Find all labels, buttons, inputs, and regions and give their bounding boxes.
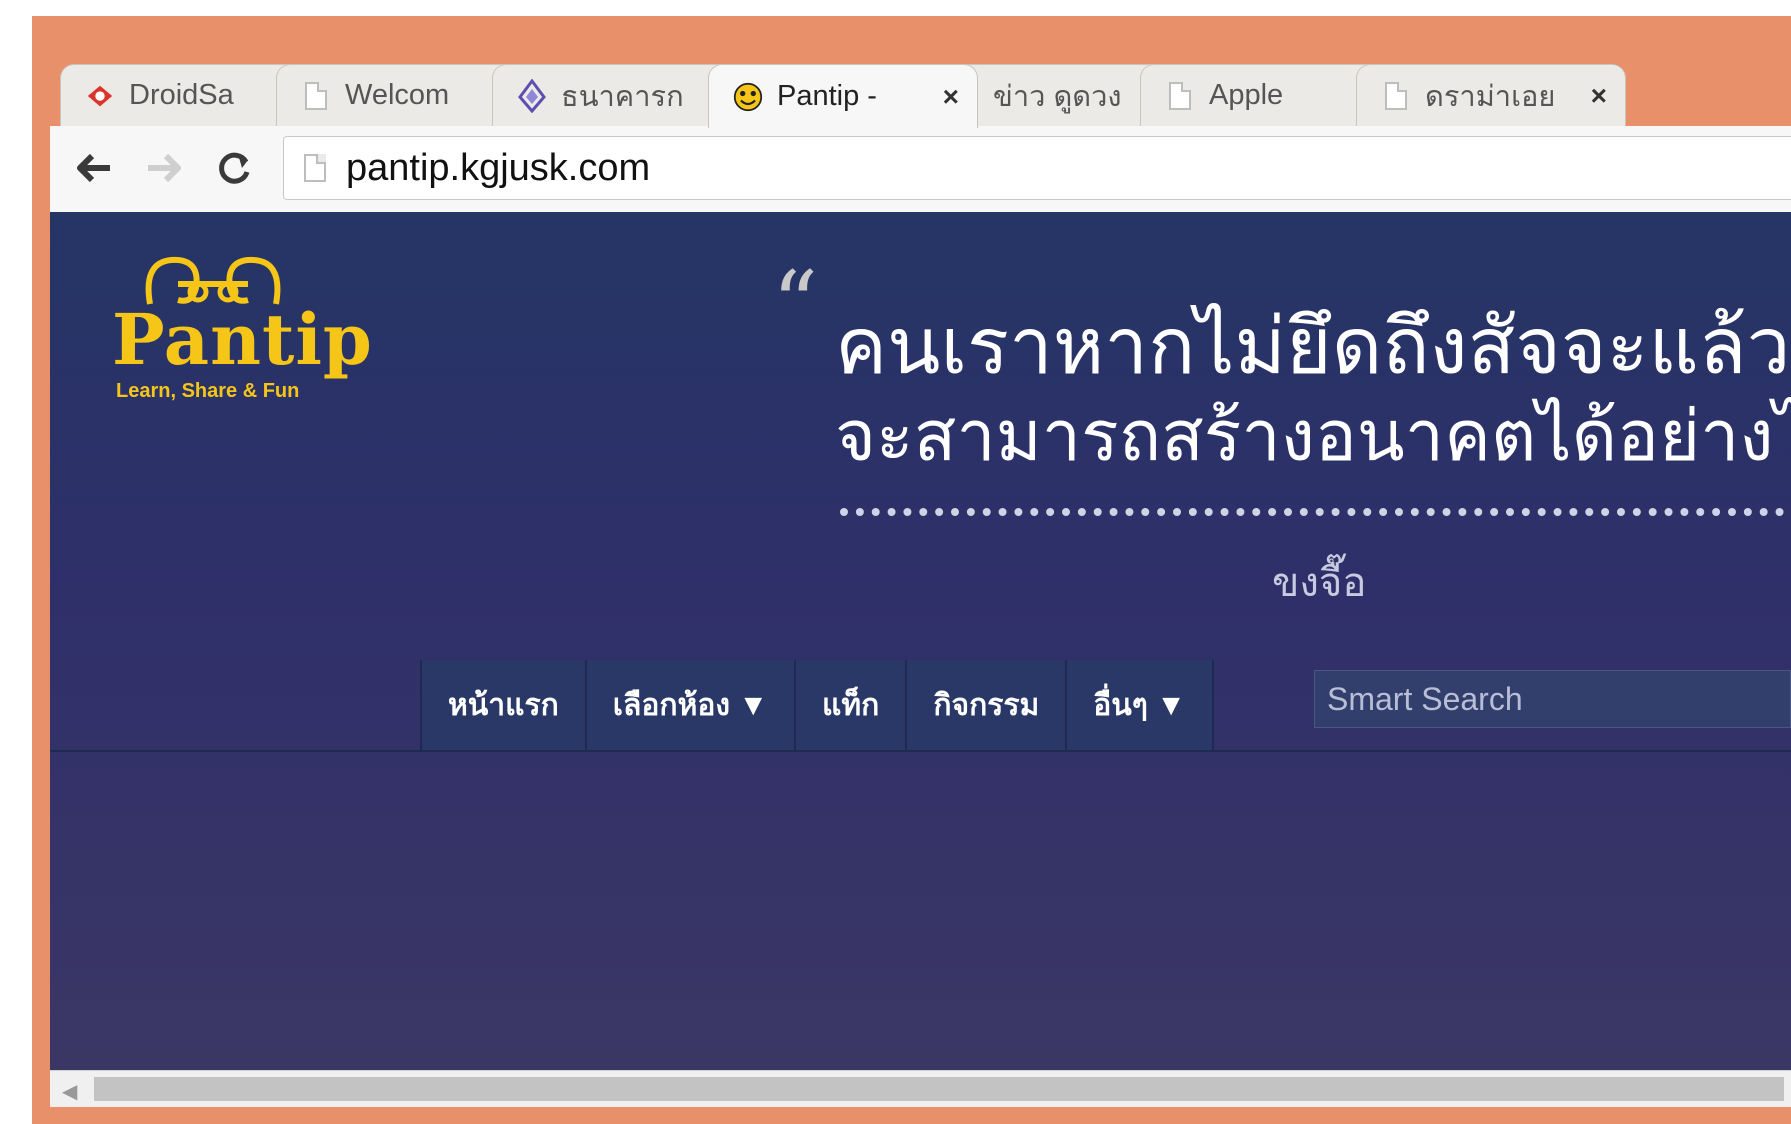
tab-label: DroidSa [129,79,234,111]
tab-label: ธนาคารก [561,80,684,113]
page-icon [301,79,331,113]
scroll-left-arrow-icon[interactable]: ◀ [62,1079,77,1104]
page-icon [1381,79,1411,113]
forward-arrow-icon[interactable] [140,144,188,192]
tab-label: ข่าว ดูดวง [993,80,1122,113]
tab-label: ดราม่าเอย [1425,80,1556,113]
pantip-logo[interactable]: Pantip Learn, Share & Fun [112,248,373,402]
menu-more[interactable]: อื่นๆ ▼ [1067,660,1214,750]
reload-icon[interactable] [210,144,258,192]
menu-activities[interactable]: กิจกรรม [907,660,1068,750]
page-content: Pantip Learn, Share & Fun “ คนเราหากไม่ย… [50,212,1791,1070]
menu-tags[interactable]: แท็ก [796,660,908,750]
main-menu: หน้าแรก เลือกห้อง ▼ แท็ก กิจกรรม อื่นๆ ▼ [420,660,1214,750]
dotted-divider [840,508,1791,516]
tab-label: Welcom [345,79,450,111]
close-icon[interactable]: × [943,81,959,113]
page-icon [1165,79,1195,113]
search-input[interactable] [1325,679,1790,719]
scrollbar-thumb[interactable] [94,1077,1784,1101]
site-navbar: หน้าแรก เลือกห้อง ▼ แท็ก กิจกรรม อื่นๆ ▼ [50,660,1791,752]
close-icon[interactable]: × [1591,80,1607,112]
smart-search-box[interactable] [1314,670,1791,728]
diamond-icon [517,78,547,113]
logo-wordmark: Pantip [112,298,373,381]
url-text[interactable]: pantip.kgjusk.com [346,147,650,190]
tab-strip: DroidSa × Welcom × ธนาคารก × Pantip - × … [60,64,1791,128]
page-icon [304,154,326,182]
horizontal-scrollbar[interactable]: ◀ [50,1070,1791,1107]
tab-label: Apple [1209,79,1284,111]
quote-author: ขงจื๊อ [1272,561,1367,605]
tab-label: Pantip - [777,80,877,112]
menu-home[interactable]: หน้าแรก [422,660,587,750]
tab-drama[interactable]: ดราม่าเอย × [1356,64,1626,126]
tab-pantip[interactable]: Pantip - × [708,64,978,128]
browser-toolbar: pantip.kgjusk.com [50,126,1791,213]
menu-choose-room[interactable]: เลือกห้อง ▼ [586,660,797,750]
pantip-smiley-icon [733,80,763,114]
address-bar[interactable]: pantip.kgjusk.com [283,136,1791,200]
droidsans-icon [85,79,115,113]
quote-open-mark: “ [772,252,819,357]
quote-line-2: จะสามารถสร้างอนาคตได้อย่างไร [835,397,1791,475]
back-arrow-icon[interactable] [70,144,118,192]
logo-tagline: Learn, Share & Fun [116,380,300,402]
